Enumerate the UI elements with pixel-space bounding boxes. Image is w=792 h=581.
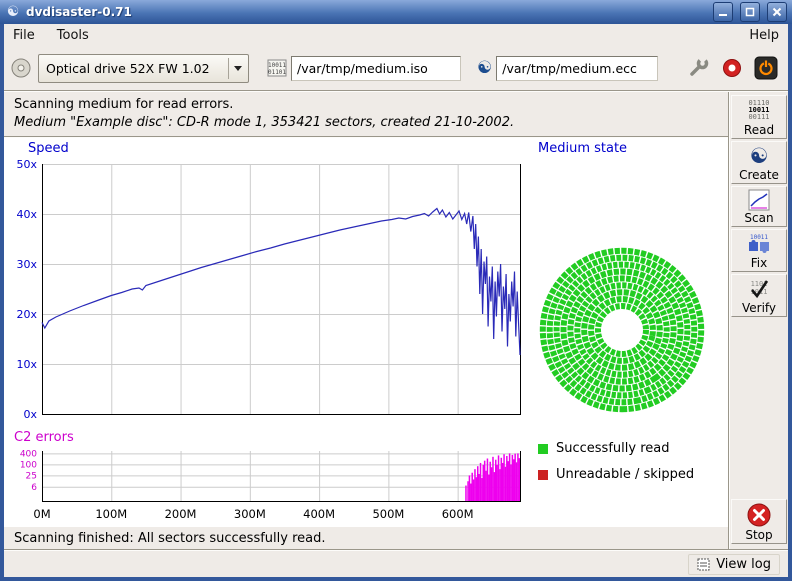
- scan-button-label: Scan: [744, 211, 773, 225]
- drive-icon: [10, 57, 32, 79]
- menu-help[interactable]: Help: [749, 28, 779, 43]
- menu-bar: File Tools Help: [4, 24, 788, 46]
- log-icon: [697, 558, 710, 571]
- fix-button[interactable]: 10011 Fix: [731, 229, 787, 272]
- chip-binary-row: 10011: [268, 62, 286, 69]
- read-button[interactable]: 01110 10011 00111 Read: [731, 95, 787, 139]
- svg-text:25: 25: [26, 471, 37, 481]
- maximize-button[interactable]: [740, 2, 760, 22]
- svg-text:600M: 600M: [442, 507, 474, 521]
- red-swatch-icon: [538, 470, 548, 480]
- preferences-wrench-icon[interactable]: [686, 56, 710, 80]
- c2-errors-title: C2 errors: [14, 430, 74, 445]
- svg-text:300M: 300M: [234, 507, 266, 521]
- svg-text:0M: 0M: [33, 507, 50, 521]
- chart-panel: Speed Medium state 50x 40x 30x 20x 10x 0x C2 …: [4, 138, 728, 527]
- svg-text:10x: 10x: [16, 358, 37, 371]
- window-body: File Tools Help Optical drive 52X FW 1.0…: [4, 24, 788, 577]
- scan-chart-icon: [748, 189, 770, 211]
- yin-yang-icon: ☯: [750, 144, 769, 168]
- c2-errors-chart: 40010025 6 0M 100M 200M 300M 400M 500M 600M: [8, 447, 526, 525]
- quit-power-button[interactable]: [754, 56, 778, 80]
- title-bar[interactable]: ☯ dvdisaster-0.71: [0, 0, 792, 24]
- svg-text:0x: 0x: [23, 408, 37, 421]
- content-area: Scanning medium for read errors. Medium …: [4, 92, 788, 549]
- status-block: Scanning medium for read errors. Medium …: [4, 92, 728, 136]
- speed-chart-title: Speed: [28, 141, 69, 156]
- app-window: ☯ dvdisaster-0.71 File Tools Help Optica…: [0, 0, 792, 581]
- stop-x-icon: [746, 502, 772, 528]
- medium-state-disc: [532, 240, 712, 420]
- verify-button[interactable]: 1101 1011 Verify: [731, 274, 787, 317]
- menu-tools[interactable]: Tools: [57, 28, 89, 43]
- medium-state-title: Medium state: [538, 141, 627, 156]
- svg-text:400M: 400M: [303, 507, 335, 521]
- svg-text:6: 6: [31, 483, 37, 493]
- scan-button[interactable]: Scan: [731, 186, 787, 227]
- ecc-file-icon: ☯: [477, 58, 492, 78]
- speed-chart: 50x 40x 30x 20x 10x 0x: [8, 156, 526, 424]
- legend-item-success: Successfully read: [538, 441, 694, 456]
- puzzle-fix-icon: 10011: [746, 232, 772, 256]
- svg-text:400: 400: [20, 449, 37, 459]
- verify-check-icon: 1101 1011: [746, 277, 772, 301]
- image-file-icon: 10011 01101: [267, 58, 287, 78]
- main-panel: Scanning medium for read errors. Medium …: [4, 92, 728, 549]
- binary-row: 00111: [748, 114, 769, 121]
- action-sidebar: 01110 10011 00111 Read ☯ Create: [730, 92, 788, 549]
- close-button[interactable]: [767, 2, 787, 22]
- chip-binary-row: 01101: [268, 69, 286, 76]
- svg-text:200M: 200M: [165, 507, 197, 521]
- drive-selector[interactable]: Optical drive 52X FW 1.02: [38, 54, 249, 83]
- finish-status-text: Scanning finished: All sectors successfu…: [4, 527, 728, 549]
- drive-selector-value: Optical drive 52X FW 1.02: [39, 61, 228, 76]
- separator: [228, 58, 229, 79]
- about-lifebuoy-icon[interactable]: [720, 56, 744, 80]
- svg-text:500M: 500M: [372, 507, 404, 521]
- svg-text:100M: 100M: [95, 507, 127, 521]
- maximize-icon: [745, 7, 755, 17]
- binary-read-icon: 01110 10011 00111: [748, 98, 769, 123]
- image-file-input[interactable]: [291, 56, 461, 81]
- svg-text:50x: 50x: [16, 158, 37, 171]
- svg-text:100: 100: [20, 460, 37, 470]
- view-log-label: View log: [716, 557, 771, 572]
- svg-text:40x: 40x: [16, 208, 37, 221]
- app-yin-yang-icon: ☯: [5, 4, 21, 20]
- svg-text:30x: 30x: [16, 258, 37, 271]
- minimize-icon: [718, 7, 728, 17]
- close-icon: [772, 7, 782, 17]
- green-swatch-icon: [538, 444, 548, 454]
- legend: Successfully read Unreadable / skipped: [538, 441, 694, 482]
- view-log-button[interactable]: View log: [688, 554, 780, 575]
- verify-button-label: Verify: [742, 301, 776, 315]
- binary-row: 10011: [750, 234, 768, 241]
- toolbar: Optical drive 52X FW 1.02 10011 01101 ☯: [4, 46, 788, 90]
- svg-text:20x: 20x: [16, 308, 37, 321]
- minimize-button[interactable]: [713, 2, 733, 22]
- legend-label-unreadable: Unreadable / skipped: [556, 467, 694, 482]
- menu-file[interactable]: File: [13, 28, 35, 43]
- stop-button[interactable]: Stop: [731, 499, 787, 544]
- read-button-label: Read: [744, 123, 774, 137]
- status-line-action: Scanning medium for read errors.: [14, 96, 728, 114]
- legend-label-success: Successfully read: [556, 441, 669, 456]
- ecc-file-input[interactable]: [496, 56, 658, 81]
- create-button[interactable]: ☯ Create: [731, 141, 787, 184]
- fix-button-label: Fix: [751, 256, 767, 270]
- legend-item-unreadable: Unreadable / skipped: [538, 467, 694, 482]
- window-title: dvdisaster-0.71: [26, 5, 706, 19]
- stop-button-label: Stop: [745, 528, 772, 542]
- bottom-bar: View log: [4, 551, 788, 577]
- create-button-label: Create: [739, 168, 779, 182]
- chevron-down-icon: [234, 66, 242, 75]
- status-line-medium-info: Medium "Example disc": CD-R mode 1, 3534…: [14, 114, 728, 132]
